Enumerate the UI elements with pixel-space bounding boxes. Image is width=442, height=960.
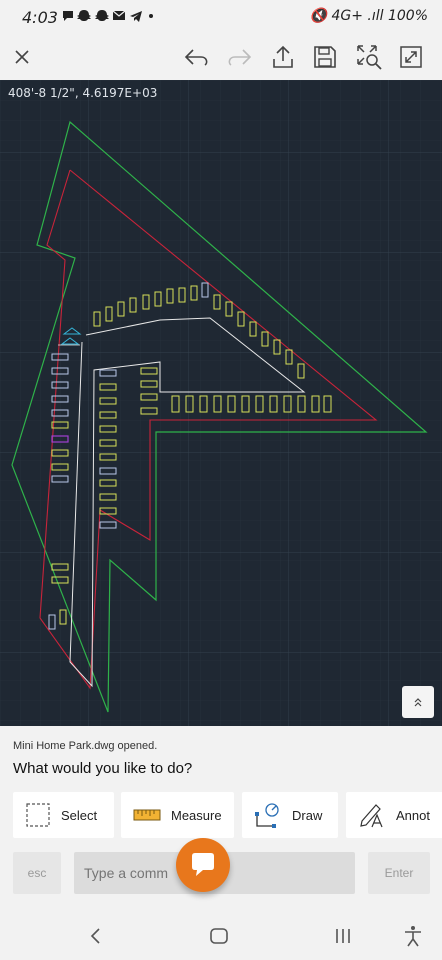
expand-panel-button[interactable] bbox=[402, 686, 434, 718]
status-message: Mini Home Park.dwg opened. bbox=[13, 740, 158, 752]
drawing-canvas[interactable]: 408'-8 1/2", 4.6197E+03 bbox=[0, 80, 442, 726]
prompt-text: What would you like to do? bbox=[13, 760, 193, 777]
drawing-svg[interactable] bbox=[0, 80, 442, 726]
status-bar: 4:03 🔇 4G+ .ıll 100% bbox=[0, 0, 442, 34]
select-icon bbox=[26, 803, 50, 827]
undo-button[interactable] bbox=[180, 40, 214, 74]
navigation-bar bbox=[0, 910, 442, 960]
clock: 4:03 bbox=[22, 8, 58, 27]
enter-button[interactable]: Enter bbox=[368, 852, 430, 894]
redo-button[interactable] bbox=[222, 40, 256, 74]
accessibility-icon bbox=[405, 926, 421, 947]
measure-tool-button[interactable]: Measure bbox=[121, 792, 234, 838]
home-icon bbox=[210, 928, 228, 944]
ruler-icon bbox=[133, 809, 161, 821]
fullscreen-button[interactable] bbox=[394, 40, 428, 74]
share-button[interactable] bbox=[266, 40, 300, 74]
measure-tool-label: Measure bbox=[171, 807, 222, 823]
notification-icons bbox=[62, 9, 156, 26]
recents-button[interactable] bbox=[329, 922, 357, 950]
accessibility-button[interactable] bbox=[399, 922, 427, 950]
close-icon bbox=[15, 50, 29, 64]
redo-icon bbox=[228, 49, 252, 66]
chat-fab-button[interactable] bbox=[176, 838, 230, 892]
undo-icon bbox=[184, 49, 208, 66]
share-icon bbox=[273, 45, 293, 68]
chat-icon bbox=[192, 853, 214, 876]
recents-icon bbox=[336, 929, 350, 943]
annotate-tool-label: Annot bbox=[396, 807, 430, 823]
fullscreen-icon bbox=[400, 46, 422, 68]
back-button[interactable] bbox=[82, 922, 110, 950]
draw-icon bbox=[255, 803, 279, 828]
system-status: 🔇 4G+ .ıll 100% bbox=[309, 8, 428, 24]
save-button[interactable] bbox=[308, 40, 342, 74]
notification-icons-strip bbox=[63, 10, 153, 22]
drawing-toolbar bbox=[0, 34, 442, 80]
draw-tool-button[interactable]: Draw bbox=[242, 792, 338, 838]
chevron-up-double-icon bbox=[414, 698, 422, 707]
home-button[interactable] bbox=[205, 922, 233, 950]
back-icon bbox=[90, 928, 100, 944]
close-button[interactable] bbox=[5, 40, 39, 74]
draw-tool-label: Draw bbox=[292, 807, 323, 823]
save-icon bbox=[314, 46, 336, 68]
coordinate-readout: 408'-8 1/2", 4.6197E+03 bbox=[8, 86, 158, 100]
select-tool-label: Select bbox=[61, 807, 98, 823]
zoom-extents-icon bbox=[357, 45, 382, 70]
annotate-icon bbox=[360, 804, 383, 828]
annotate-tool-button[interactable]: Annot bbox=[346, 792, 442, 838]
select-tool-button[interactable]: Select bbox=[13, 792, 114, 838]
esc-button[interactable]: esc bbox=[13, 852, 61, 894]
zoom-extents-button[interactable] bbox=[352, 40, 386, 74]
